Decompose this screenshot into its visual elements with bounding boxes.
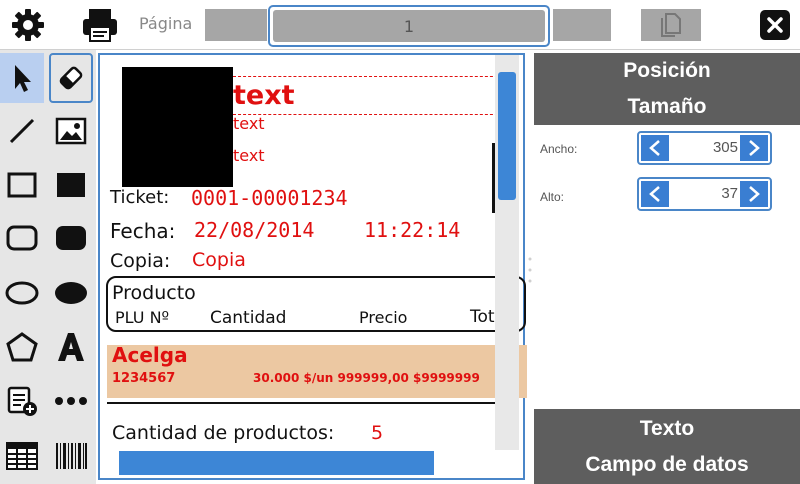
ancho-increment-button[interactable]: [740, 135, 768, 161]
column-plu: PLU Nº: [115, 308, 170, 327]
ellipse-outline-icon: [5, 281, 39, 305]
separator-line[interactable]: [107, 402, 517, 404]
size-title: Tamaño: [627, 95, 707, 118]
copia-label[interactable]: Copia:: [110, 250, 170, 272]
ancho-stepper[interactable]: 305: [637, 131, 772, 165]
rounded-rect-outline-tool[interactable]: [0, 213, 44, 263]
page-number-value: 1: [273, 10, 545, 42]
rectangle-filled-tool[interactable]: [49, 160, 93, 210]
gear-icon[interactable]: [6, 4, 50, 46]
chevron-right-icon: [749, 186, 760, 202]
panel-resize-grip[interactable]: [528, 256, 532, 284]
hora-value[interactable]: 11:22:14: [364, 218, 460, 242]
printer-icon[interactable]: [78, 4, 122, 46]
line-tool[interactable]: [0, 106, 44, 156]
ancho-value[interactable]: 305: [669, 133, 738, 163]
ticket-number[interactable]: 0001-00001234: [191, 186, 348, 210]
rectangle-outline-tool[interactable]: [0, 160, 44, 210]
ellipse-outline-tool[interactable]: [0, 268, 44, 318]
text-datafield-header[interactable]: Texto Campo de datos: [534, 409, 800, 484]
image-tool[interactable]: [49, 106, 93, 156]
logo-placeholder[interactable]: [122, 67, 233, 187]
position-size-header[interactable]: Posición Tamaño: [534, 53, 800, 125]
rounded-rect-outline-icon: [6, 225, 38, 251]
text-a-icon: [58, 333, 84, 361]
page-number-field[interactable]: 1: [268, 5, 550, 47]
eraser-icon: [59, 66, 83, 90]
cantidad-productos-value[interactable]: 5: [371, 422, 383, 444]
ticket-text-2[interactable]: text: [233, 114, 265, 133]
polygon-tool[interactable]: [0, 322, 44, 372]
alto-stepper[interactable]: 37: [637, 177, 772, 211]
rounded-rect-filled-icon: [56, 226, 86, 250]
ancho-decrement-button[interactable]: [641, 135, 669, 161]
alto-increment-button[interactable]: [740, 181, 768, 207]
line-icon: [9, 118, 35, 144]
rectangle-outline-icon: [7, 172, 37, 198]
chevron-left-icon: [649, 140, 660, 156]
close-icon: [767, 17, 783, 33]
text-section-title: Texto: [639, 416, 695, 440]
canvas-edge-marker: [492, 143, 495, 213]
image-icon: [55, 117, 87, 145]
column-cantidad: Cantidad: [210, 308, 287, 328]
barcode-tool[interactable]: [49, 431, 93, 481]
ticket-text-3[interactable]: text: [233, 146, 265, 165]
page-label: Página: [139, 14, 193, 33]
cantidad-productos-label[interactable]: Cantidad de productos:: [112, 422, 334, 444]
column-precio: Precio: [359, 308, 408, 327]
pentagon-icon: [6, 332, 38, 362]
list-add-icon: [7, 386, 37, 416]
select-tool[interactable]: [0, 53, 44, 103]
top-bar: Página 1: [0, 0, 800, 50]
alto-decrement-button[interactable]: [641, 181, 669, 207]
ancho-label: Ancho:: [540, 142, 578, 156]
horizontal-scrollbar-thumb[interactable]: [119, 451, 434, 475]
rounded-rect-filled-tool[interactable]: [49, 213, 93, 263]
chevron-left-icon: [649, 186, 660, 202]
ellipse-filled-icon: [55, 282, 87, 304]
eraser-tool[interactable]: [49, 53, 93, 103]
barcode-icon: [56, 443, 87, 469]
tool-palette: [0, 50, 96, 484]
column-total: Tot: [470, 307, 495, 327]
table-tool[interactable]: [0, 431, 44, 481]
product-header: Producto: [112, 282, 196, 304]
item-name[interactable]: Acelga: [112, 343, 188, 367]
rectangle-filled-icon: [57, 173, 85, 197]
more-dots-icon: [55, 397, 87, 405]
ticket-text-large[interactable]: text: [233, 80, 295, 111]
more-tools-button[interactable]: [49, 376, 93, 426]
data-field-tool[interactable]: [0, 376, 44, 426]
ellipse-filled-tool[interactable]: [49, 268, 93, 318]
previous-page-button[interactable]: [205, 9, 267, 41]
copy-page-button[interactable]: [641, 9, 701, 41]
next-page-button[interactable]: [553, 9, 611, 41]
editor-window: Página 1 text text text Ticket: 0001-000…: [0, 0, 800, 484]
copia-value[interactable]: Copia: [192, 249, 246, 271]
table-icon: [6, 442, 38, 470]
position-title: Posición: [623, 59, 711, 82]
chevron-right-icon: [749, 140, 760, 156]
fecha-value[interactable]: 22/08/2014: [194, 218, 314, 242]
selection-guide-top: [233, 76, 503, 77]
alto-label: Alto:: [540, 190, 565, 204]
fecha-label[interactable]: Fecha:: [110, 219, 175, 243]
item-plu[interactable]: 1234567: [112, 371, 175, 386]
alto-value[interactable]: 37: [669, 179, 738, 209]
close-button[interactable]: [760, 10, 790, 40]
ticket-label[interactable]: Ticket:: [110, 187, 169, 208]
vertical-scrollbar-thumb[interactable]: [498, 72, 516, 200]
text-tool[interactable]: [49, 322, 93, 372]
copy-icon: [661, 13, 681, 37]
datafield-section-title: Campo de datos: [585, 452, 749, 476]
item-detail[interactable]: 30.000 $/un 999999,00 $9999999: [253, 371, 480, 385]
selection-guide-bottom: [233, 114, 503, 115]
cursor-arrow-icon: [15, 65, 31, 92]
